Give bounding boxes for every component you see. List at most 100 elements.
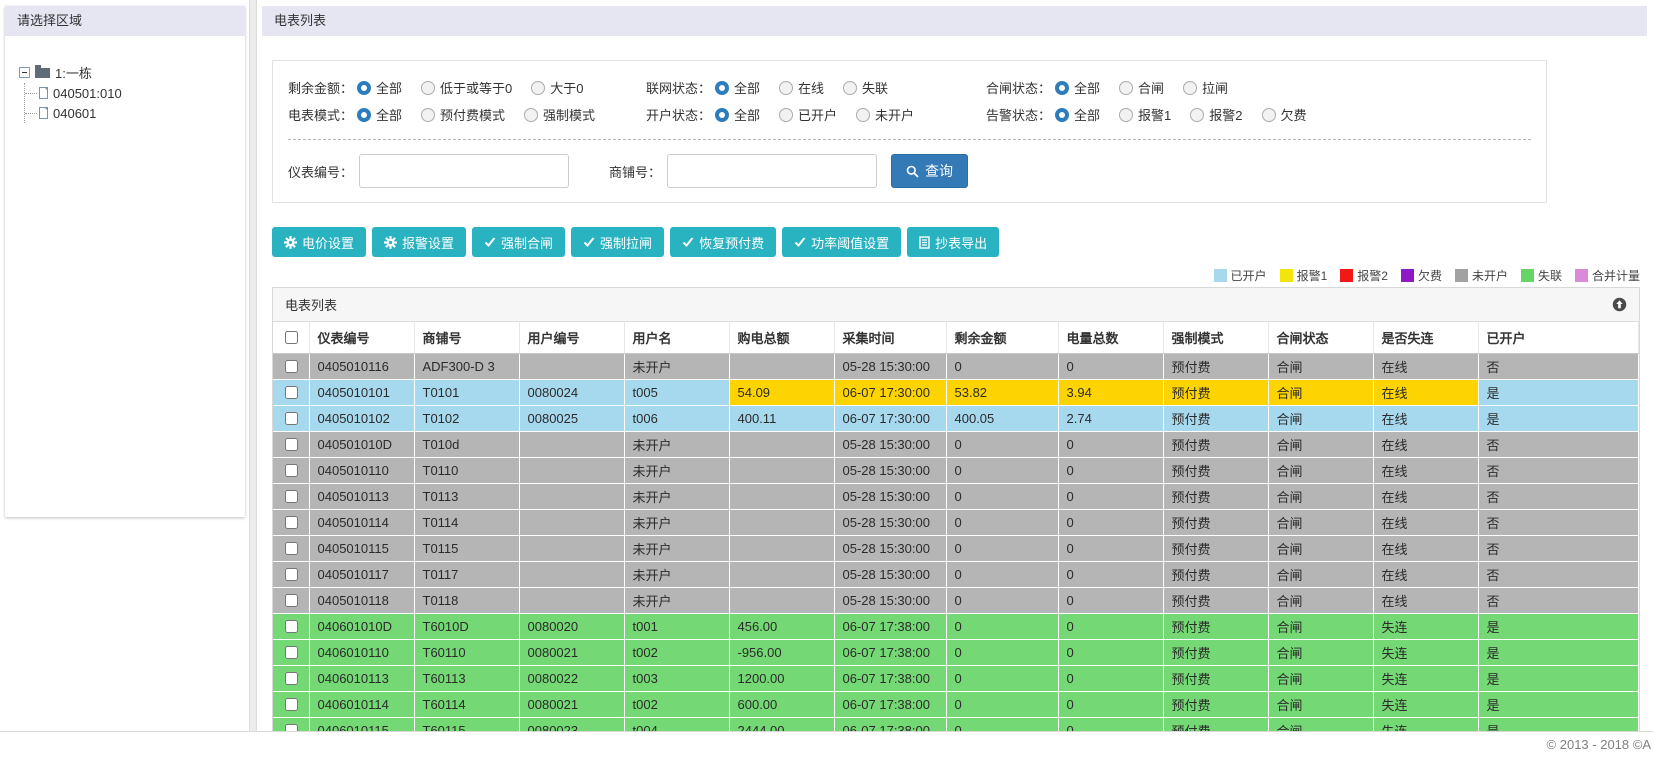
radio-option-拉闸[interactable]: 拉闸 bbox=[1183, 78, 1228, 97]
radio-option-低于或等于0[interactable]: 低于或等于0 bbox=[421, 78, 512, 97]
action-button-强制拉闸[interactable]: 强制拉闸 bbox=[571, 227, 665, 257]
action-button-强制合闸[interactable]: 强制合闸 bbox=[472, 227, 566, 257]
radio-icon[interactable] bbox=[1119, 80, 1134, 95]
row-checkbox[interactable] bbox=[284, 463, 298, 477]
radio-option-全部[interactable]: 全部 bbox=[715, 78, 760, 97]
radio-option-大于0[interactable]: 大于0 bbox=[531, 78, 584, 97]
radio-icon[interactable] bbox=[715, 107, 730, 122]
table-cell: 05-28 15:30:00 bbox=[834, 509, 947, 536]
radio-option-全部[interactable]: 全部 bbox=[1055, 105, 1100, 124]
radio-icon[interactable] bbox=[1261, 107, 1276, 122]
filter-divider bbox=[288, 139, 1531, 140]
table-cell: 预付费 bbox=[1163, 561, 1269, 588]
radio-option-未开户[interactable]: 未开户 bbox=[856, 105, 914, 124]
table-cell: 0405010110 bbox=[309, 457, 415, 484]
select-all-checkbox[interactable] bbox=[284, 330, 298, 344]
radio-option-强制模式[interactable]: 强制模式 bbox=[524, 105, 595, 124]
radio-icon[interactable] bbox=[531, 80, 546, 95]
row-checkbox[interactable] bbox=[284, 385, 298, 399]
radio-option-全部[interactable]: 全部 bbox=[1055, 78, 1100, 97]
row-checkbox[interactable] bbox=[284, 515, 298, 529]
row-select-cell bbox=[273, 457, 310, 484]
table-cell: 0405010101 bbox=[309, 379, 415, 406]
tree-node-root[interactable]: 1:一栋 bbox=[19, 62, 237, 82]
radio-icon[interactable] bbox=[1190, 107, 1205, 122]
table-cell: 0080025 bbox=[519, 405, 625, 432]
action-button-功率阈值设置[interactable]: 功率阈值设置 bbox=[782, 227, 902, 257]
row-checkbox[interactable] bbox=[284, 489, 298, 503]
table-cell: 在线 bbox=[1373, 379, 1479, 406]
tree-node-label: 040601 bbox=[53, 105, 97, 121]
action-button-抄表导出[interactable]: 抄表导出 bbox=[907, 227, 1000, 257]
row-checkbox[interactable] bbox=[284, 567, 298, 581]
radio-icon[interactable] bbox=[779, 80, 794, 95]
radio-option-失联[interactable]: 失联 bbox=[843, 78, 888, 97]
column-header-商铺号: 商铺号 bbox=[414, 322, 520, 354]
minus-box-icon[interactable] bbox=[19, 66, 30, 78]
table-cell: 失连 bbox=[1373, 665, 1479, 692]
table-cell: 未开户 bbox=[624, 587, 730, 614]
radio-icon[interactable] bbox=[357, 80, 372, 95]
radio-option-全部[interactable]: 全部 bbox=[357, 105, 402, 124]
radio-icon[interactable] bbox=[1055, 107, 1070, 122]
radio-option-全部[interactable]: 全部 bbox=[357, 78, 402, 97]
action-button-报警设置[interactable]: 报警设置 bbox=[372, 227, 467, 257]
table-cell: 未开户 bbox=[624, 561, 730, 588]
tree-root-label[interactable]: 1:一栋 bbox=[55, 63, 92, 82]
search-button[interactable]: 查询 bbox=[891, 154, 969, 188]
radio-label: 全部 bbox=[1074, 81, 1101, 96]
table-cell bbox=[729, 535, 835, 562]
radio-option-全部[interactable]: 全部 bbox=[715, 105, 760, 124]
radio-icon[interactable] bbox=[421, 107, 436, 122]
action-button-label: 抄表导出 bbox=[935, 235, 988, 251]
meter-no-input[interactable] bbox=[359, 154, 570, 188]
tree-node-040601[interactable]: 040601 bbox=[25, 103, 237, 123]
radio-option-已开户[interactable]: 已开户 bbox=[779, 105, 837, 124]
radio-option-合闸[interactable]: 合闸 bbox=[1119, 78, 1164, 97]
table-cell: 未开户 bbox=[624, 431, 730, 458]
row-select-cell bbox=[273, 353, 310, 380]
action-button-电价设置[interactable]: 电价设置 bbox=[272, 227, 367, 257]
row-checkbox[interactable] bbox=[284, 671, 298, 685]
row-checkbox[interactable] bbox=[284, 541, 298, 555]
action-button-恢复预付费[interactable]: 恢复预付费 bbox=[670, 227, 777, 257]
legend-item-已开户: 已开户 bbox=[1213, 267, 1267, 284]
radio-icon[interactable] bbox=[1183, 80, 1198, 95]
radio-icon[interactable] bbox=[524, 107, 539, 122]
radio-icon[interactable] bbox=[779, 107, 794, 122]
table-cell: 预付费 bbox=[1163, 665, 1269, 692]
tree-node-040501:010[interactable]: 040501:010 bbox=[25, 83, 237, 103]
shop-no-input[interactable] bbox=[667, 154, 878, 188]
radio-icon[interactable] bbox=[843, 80, 858, 95]
radio-option-报警2[interactable]: 报警2 bbox=[1190, 105, 1243, 124]
row-checkbox[interactable] bbox=[284, 437, 298, 451]
table-cell: 0 bbox=[1058, 535, 1164, 562]
row-checkbox[interactable] bbox=[284, 645, 298, 659]
meter-table: 仪表编号 商铺号 用户编号 用户名 购电总额 采集时间 剩余金额 电量总数 强制模式 合闸状态 是否… bbox=[273, 322, 1639, 734]
filter-group: 联网状态： 全部 在线 失联 bbox=[646, 78, 986, 97]
row-checkbox[interactable] bbox=[284, 593, 298, 607]
radio-icon[interactable] bbox=[1055, 80, 1070, 95]
radio-option-报警1[interactable]: 报警1 bbox=[1119, 105, 1171, 124]
radio-option-预付费模式[interactable]: 预付费模式 bbox=[421, 105, 505, 124]
row-checkbox[interactable] bbox=[284, 619, 298, 633]
row-checkbox[interactable] bbox=[284, 697, 298, 711]
legend-swatch bbox=[1340, 269, 1354, 282]
radio-icon[interactable] bbox=[357, 107, 372, 122]
action-buttons: 电价设置 报警设置 强制合闸 强制拉闸 恢复预付费 功率阈值设置 抄表导出 bbox=[272, 227, 1653, 257]
check-icon bbox=[682, 236, 694, 248]
row-checkbox[interactable] bbox=[284, 359, 298, 373]
table-cell: 预付费 bbox=[1163, 483, 1269, 510]
radio-option-在线[interactable]: 在线 bbox=[779, 78, 824, 97]
row-checkbox[interactable] bbox=[284, 411, 298, 425]
filter-group-label: 剩余金额： bbox=[288, 81, 354, 96]
radio-option-欠费[interactable]: 欠费 bbox=[1261, 105, 1307, 124]
collapse-up-icon[interactable] bbox=[1612, 297, 1627, 312]
radio-icon[interactable] bbox=[1119, 107, 1134, 122]
radio-icon[interactable] bbox=[856, 107, 871, 122]
table-cell bbox=[519, 457, 625, 484]
radio-icon[interactable] bbox=[715, 80, 730, 95]
radio-icon[interactable] bbox=[421, 80, 436, 95]
table-row: 0405010114 T0114 未开户 05-28 15:30:00 0 0 预付费 合闸在… bbox=[273, 509, 1639, 536]
table-cell: 失连 bbox=[1373, 613, 1479, 640]
